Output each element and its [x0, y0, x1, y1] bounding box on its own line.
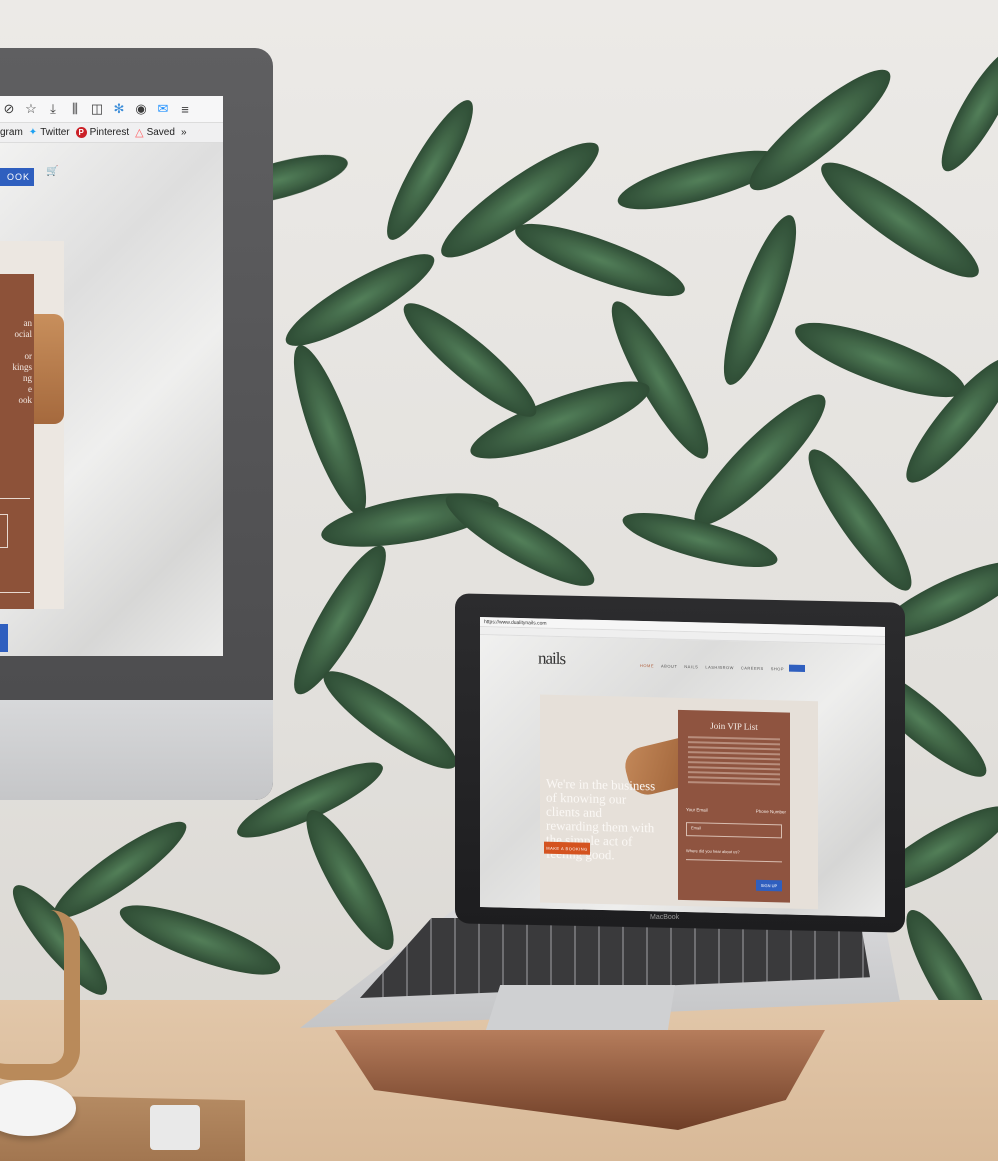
vip-form-panel: Join VIP List Your Email Phone Number Em… [678, 709, 790, 903]
bookmark-label: gram [0, 127, 23, 138]
workspace-scene: ⊘ ☆ ⤓ ⫼ ◫ ✻ ◉ ✉ ≡ gram ✦ Twitter P Pintere… [0, 0, 998, 1161]
laptop-website: nails HOME ABOUT NAILS LASH/BROW CAREERS… [480, 635, 885, 917]
form-labels: Your Email Phone Number [686, 807, 786, 814]
bookmark-label: Pinterest [89, 127, 130, 138]
phone-label: Phone Number [755, 808, 786, 815]
make-booking-button[interactable]: MAKE A BOOKING [544, 841, 590, 855]
nav-lash-brow[interactable]: LASH/BROW [705, 665, 734, 671]
monitor-screen: ⊘ ☆ ⤓ ⫼ ◫ ✻ ◉ ✉ ≡ gram ✦ Twitter P Pintere… [0, 96, 223, 656]
bookmarks-bar: gram ✦ Twitter P Pinterest △ Saved » [0, 123, 223, 143]
bookmark-twitter[interactable]: ✦ Twitter [29, 127, 70, 138]
library-icon[interactable]: ⫼ [68, 101, 82, 116]
star-icon[interactable]: ☆ [24, 101, 38, 116]
referral-question[interactable]: Where did you hear about us? [686, 848, 782, 863]
form-description [688, 736, 780, 788]
book-button[interactable] [789, 664, 805, 672]
sign-up-button[interactable]: SIGN UP [756, 879, 782, 892]
url-bar[interactable]: https://www.dualitynails.com [484, 619, 547, 627]
bookmark-saved[interactable]: △ Saved [135, 126, 175, 139]
email-field[interactable]: Email [686, 822, 782, 839]
nav-careers[interactable]: CAREERS [741, 665, 764, 671]
react-icon[interactable]: ✻ [112, 101, 126, 116]
download-icon[interactable]: ⤓ [46, 101, 60, 116]
nav-about[interactable]: ABOUT [661, 663, 677, 668]
monitor-chin [0, 700, 273, 800]
nav-shop[interactable]: SHOP [771, 666, 784, 671]
form-submit-button[interactable] [0, 624, 8, 652]
sidebar-icon[interactable]: ◫ [90, 101, 104, 116]
bookmark-label: Saved [146, 127, 175, 138]
pocket-icon[interactable]: ⊘ [2, 101, 16, 116]
form-divider [0, 592, 30, 593]
macbook-screen: https://www.dualitynails.com nails HOME … [480, 617, 885, 917]
hero-arm-image [34, 314, 64, 424]
bookmark-pinterest[interactable]: P Pinterest [75, 127, 130, 138]
monitor-stand [0, 910, 80, 1080]
airbnb-icon: △ [135, 127, 144, 139]
account-icon[interactable]: ◉ [134, 101, 148, 116]
pinterest-icon: P [75, 127, 87, 138]
twitter-icon: ✦ [28, 127, 38, 138]
mail-icon[interactable]: ✉ [156, 101, 170, 116]
nav-home[interactable]: HOME [640, 663, 654, 668]
form-input[interactable] [0, 514, 8, 548]
macbook-trackpad [485, 985, 675, 1033]
site-nav: HOME ABOUT NAILS LASH/BROW CAREERS SHOP [640, 663, 784, 672]
form-divider [0, 498, 30, 499]
overflow-chevron-icon[interactable]: » [181, 127, 187, 138]
browser-toolbar: ⊘ ☆ ⤓ ⫼ ◫ ✻ ◉ ✉ ≡ [0, 96, 223, 123]
nav-nails[interactable]: NAILS [684, 664, 698, 669]
menu-icon[interactable]: ≡ [178, 102, 192, 117]
email-label: Your Email [686, 807, 708, 813]
macbook-brand-label: MacBook [650, 914, 680, 921]
book-button[interactable]: OOK [0, 168, 34, 186]
cart-icon[interactable]: 🛒 [46, 166, 58, 177]
pen-tray [150, 1105, 200, 1150]
site-logo[interactable]: nails [538, 648, 565, 669]
form-title: Join VIP List [710, 720, 758, 732]
bookmark-label: Twitter [40, 127, 70, 138]
bookmark-instagram[interactable]: gram [0, 127, 23, 138]
form-description: an ocial or kings ng e ook [12, 318, 32, 405]
